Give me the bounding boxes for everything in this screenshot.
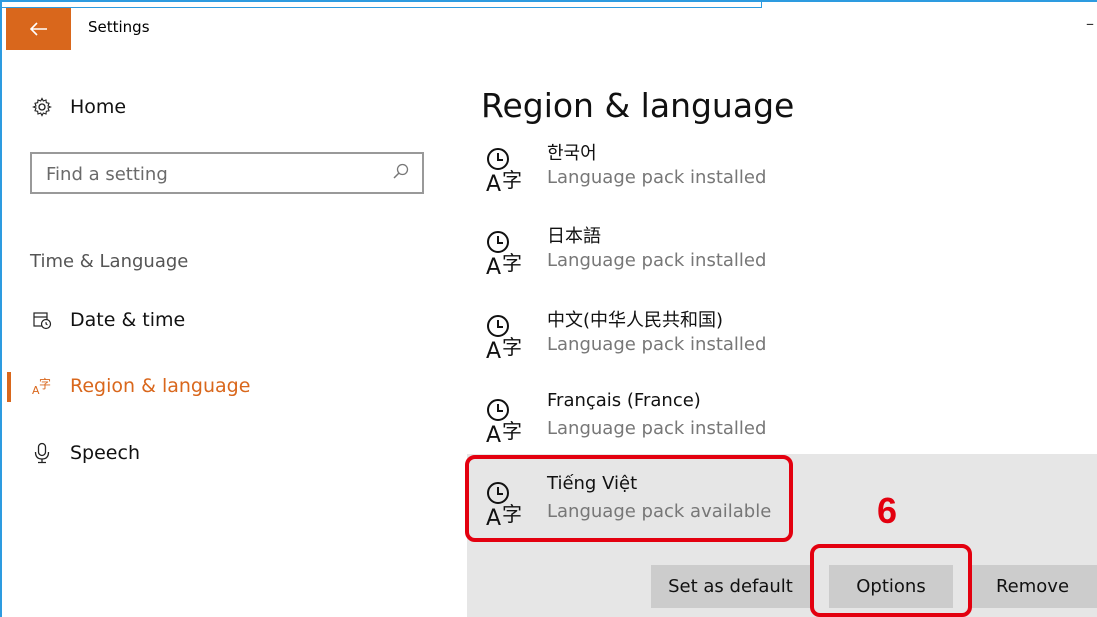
calendar-clock-icon bbox=[30, 308, 54, 332]
language-name: 한국어 bbox=[547, 143, 597, 164]
sidebar-item-region-language[interactable]: A 字 Region & language bbox=[30, 374, 250, 398]
page-title: Region & language bbox=[481, 86, 795, 125]
sidebar-item-speech[interactable]: Speech bbox=[30, 441, 140, 465]
language-item-french[interactable]: A 字 Français (France) Language pack inst… bbox=[480, 390, 1080, 460]
search-box bbox=[30, 152, 424, 194]
svg-text:A: A bbox=[486, 172, 501, 195]
language-status: Language pack installed bbox=[547, 250, 767, 271]
step-number-annotation: 6 bbox=[877, 490, 898, 531]
back-button[interactable] bbox=[6, 8, 71, 50]
sidebar-item-label: Date & time bbox=[70, 309, 186, 331]
language-status: Language pack installed bbox=[547, 418, 767, 439]
sidebar-item-home[interactable]: Home bbox=[30, 95, 126, 119]
language-pack-icon: A 字 bbox=[484, 228, 522, 280]
language-name: Français (France) bbox=[547, 390, 701, 411]
sidebar-item-label: Speech bbox=[70, 442, 140, 464]
svg-text:字: 字 bbox=[502, 419, 522, 443]
window-frame-left bbox=[0, 0, 2, 617]
search-icon[interactable] bbox=[392, 162, 412, 182]
svg-text:A: A bbox=[486, 423, 501, 446]
language-name: 日本語 bbox=[547, 226, 601, 247]
sidebar-item-date-time[interactable]: Date & time bbox=[30, 308, 185, 332]
microphone-icon bbox=[30, 441, 54, 465]
language-pack-icon: A 字 bbox=[484, 145, 522, 197]
svg-text:字: 字 bbox=[502, 335, 522, 359]
title-bar: Settings – bbox=[0, 0, 1097, 56]
annotation-highlight-language bbox=[465, 455, 793, 542]
svg-text:字: 字 bbox=[39, 376, 51, 391]
language-icon: A 字 bbox=[30, 374, 54, 398]
language-pack-icon: A 字 bbox=[484, 396, 522, 448]
search-input[interactable] bbox=[44, 155, 378, 193]
sidebar-item-label: Home bbox=[70, 96, 127, 118]
minimize-button[interactable]: – bbox=[1086, 14, 1094, 33]
language-item-korean[interactable]: A 字 한국어 Language pack installed bbox=[480, 139, 1080, 209]
arrow-left-icon bbox=[29, 22, 47, 36]
gear-icon bbox=[30, 95, 54, 119]
language-pack-icon: A 字 bbox=[484, 312, 522, 364]
remove-button[interactable]: Remove bbox=[968, 565, 1097, 608]
set-as-default-button[interactable]: Set as default bbox=[651, 565, 810, 608]
section-header: Time & Language bbox=[30, 251, 189, 272]
svg-text:A: A bbox=[486, 339, 501, 362]
window-title: Settings bbox=[88, 18, 150, 36]
language-item-chinese[interactable]: A 字 中文(中华人民共和国) Language pack installed bbox=[480, 306, 1080, 376]
sidebar-item-label: Region & language bbox=[70, 375, 251, 397]
active-indicator bbox=[7, 372, 11, 402]
svg-text:字: 字 bbox=[502, 251, 522, 275]
svg-text:字: 字 bbox=[502, 168, 522, 192]
language-name: 中文(中华人民共和国) bbox=[547, 310, 724, 331]
language-status: Language pack installed bbox=[547, 167, 767, 188]
svg-text:A: A bbox=[486, 255, 501, 278]
annotation-highlight-options bbox=[810, 544, 972, 617]
language-status: Language pack installed bbox=[547, 334, 767, 355]
language-item-japanese[interactable]: A 字 日本語 Language pack installed bbox=[480, 222, 1080, 292]
